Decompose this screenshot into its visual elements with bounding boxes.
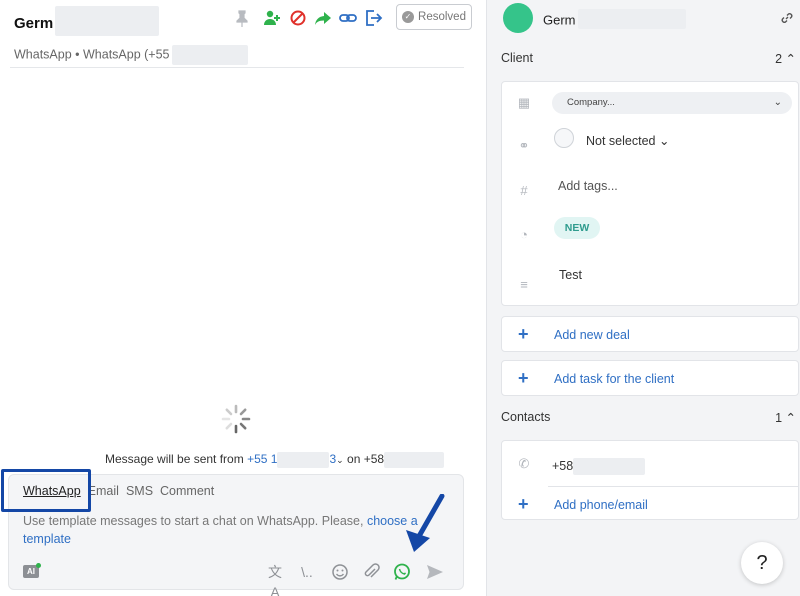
chevron-down-icon[interactable]: ⌄ bbox=[336, 455, 344, 465]
client-section-title: Client bbox=[501, 51, 533, 65]
responsible-select[interactable]: Not selected ⌄ bbox=[586, 133, 669, 148]
redacted-area bbox=[573, 458, 646, 475]
translate-icon[interactable]: 文A bbox=[265, 562, 285, 596]
contact-phone[interactable]: +58 bbox=[552, 458, 646, 475]
slash-icon[interactable]: \.. bbox=[297, 562, 317, 582]
person-avatar-icon bbox=[554, 128, 574, 148]
company-select[interactable]: Company... ⌄ bbox=[552, 92, 792, 114]
annotation-arrow-icon bbox=[406, 494, 445, 552]
responsible-value: Not selected bbox=[586, 134, 656, 148]
add-task-card[interactable]: + Add task for the client bbox=[501, 360, 799, 396]
chevron-up-icon: ⌃ bbox=[785, 411, 796, 425]
contacts-count: 1 bbox=[775, 411, 783, 425]
contacts-section-toggle[interactable]: 1 ⌃ bbox=[775, 410, 796, 425]
add-phone-email-link[interactable]: Add phone/email bbox=[554, 498, 648, 512]
contacts-section-title: Contacts bbox=[501, 410, 551, 424]
template-text: Use template messages to start a chat on… bbox=[23, 514, 364, 528]
send-icon[interactable] bbox=[425, 562, 445, 582]
panel-name-text: Germ bbox=[543, 12, 576, 28]
redacted-area bbox=[384, 452, 445, 468]
chat-pane: Germ ✓ Resolved WhatsApp • WhatsApp (+55 … bbox=[0, 0, 486, 596]
block-icon[interactable] bbox=[288, 8, 308, 28]
avatar[interactable] bbox=[503, 3, 533, 33]
whatsapp-tab-highlight bbox=[1, 469, 91, 512]
chevron-up-icon: ⌃ bbox=[785, 52, 796, 66]
send-prefix: Message will be sent from bbox=[105, 452, 244, 467]
plus-icon: + bbox=[518, 324, 529, 344]
hash-icon: # bbox=[520, 183, 528, 198]
contacts-card: ✆ +58 + Add phone/email bbox=[501, 440, 799, 520]
chevron-down-icon: ⌄ bbox=[658, 134, 670, 148]
plus-icon: + bbox=[518, 494, 529, 514]
plus-icon: + bbox=[518, 368, 529, 388]
add-user-icon[interactable] bbox=[262, 8, 282, 28]
panel-contact-name: Germ bbox=[543, 9, 686, 31]
chain-icon[interactable] bbox=[779, 10, 795, 26]
emoji-icon[interactable] bbox=[330, 562, 350, 582]
link-icon: ⚭ bbox=[518, 138, 530, 153]
forward-icon[interactable] bbox=[313, 8, 333, 28]
resolved-label: Resolved bbox=[418, 11, 466, 23]
panel-header: Germ bbox=[487, 0, 800, 36]
attach-icon[interactable] bbox=[361, 562, 381, 582]
client-note[interactable]: Test bbox=[559, 268, 582, 282]
tab-email[interactable]: Email bbox=[88, 484, 119, 498]
client-card: ▦ Company... ⌄ ⚭ Not selected ⌄ # Add tag… bbox=[501, 81, 799, 306]
contact-name-text: Germ bbox=[14, 14, 54, 32]
company-placeholder: Company... bbox=[567, 97, 615, 108]
add-task-link[interactable]: Add task for the client bbox=[554, 372, 674, 386]
whatsapp-icon[interactable] bbox=[392, 562, 412, 582]
redacted-area bbox=[55, 6, 160, 36]
tab-sms[interactable]: SMS bbox=[126, 484, 153, 498]
phone-icon: ✆ bbox=[518, 456, 530, 471]
exit-icon[interactable] bbox=[363, 8, 383, 28]
tab-comment[interactable]: Comment bbox=[160, 484, 214, 498]
send-from-line: Message will be sent from +55 1 3⌄ on +58 bbox=[105, 452, 445, 468]
pin-icon[interactable] bbox=[232, 8, 252, 28]
building-icon: ▦ bbox=[517, 95, 531, 110]
add-deal-link[interactable]: Add new deal bbox=[554, 328, 630, 342]
chat-subtitle: WhatsApp • WhatsApp (+55 bbox=[14, 45, 248, 65]
contact-phone-text: +58 bbox=[552, 458, 574, 473]
resolved-button[interactable]: ✓ Resolved bbox=[396, 4, 472, 30]
status-badge[interactable]: NEW bbox=[554, 217, 600, 239]
redacted-area bbox=[577, 9, 686, 29]
send-on: on bbox=[347, 452, 361, 467]
redacted-area bbox=[277, 452, 330, 468]
check-icon: ✓ bbox=[402, 11, 415, 23]
ai-status-dot bbox=[36, 563, 41, 568]
chevron-down-icon: ⌄ bbox=[773, 97, 782, 108]
add-deal-card[interactable]: + Add new deal bbox=[501, 316, 799, 352]
client-count: 2 bbox=[775, 52, 783, 66]
client-panel: Germ Client 2 ⌃ ▦ Company... ⌄ ⚭ Not sele… bbox=[486, 0, 800, 596]
chat-contact-name: Germ bbox=[14, 6, 160, 39]
add-tags-input[interactable]: Add tags... bbox=[558, 179, 618, 193]
spinner-icon bbox=[221, 404, 251, 434]
recipient-phone: +58 bbox=[363, 452, 385, 467]
header-divider bbox=[10, 67, 464, 68]
redacted-area bbox=[171, 45, 248, 65]
help-button[interactable]: ? bbox=[741, 542, 783, 584]
lines-icon: ≡ bbox=[520, 277, 528, 292]
contacts-divider bbox=[548, 486, 798, 487]
subtitle-text: WhatsApp • WhatsApp (+55 bbox=[14, 47, 170, 62]
link-icon[interactable] bbox=[338, 8, 358, 28]
template-message: Use template messages to start a chat on… bbox=[23, 512, 423, 548]
sender-phone[interactable]: +55 1 bbox=[247, 452, 277, 466]
status-icon: ◔ bbox=[520, 227, 528, 242]
client-section-toggle[interactable]: 2 ⌃ bbox=[775, 51, 796, 66]
